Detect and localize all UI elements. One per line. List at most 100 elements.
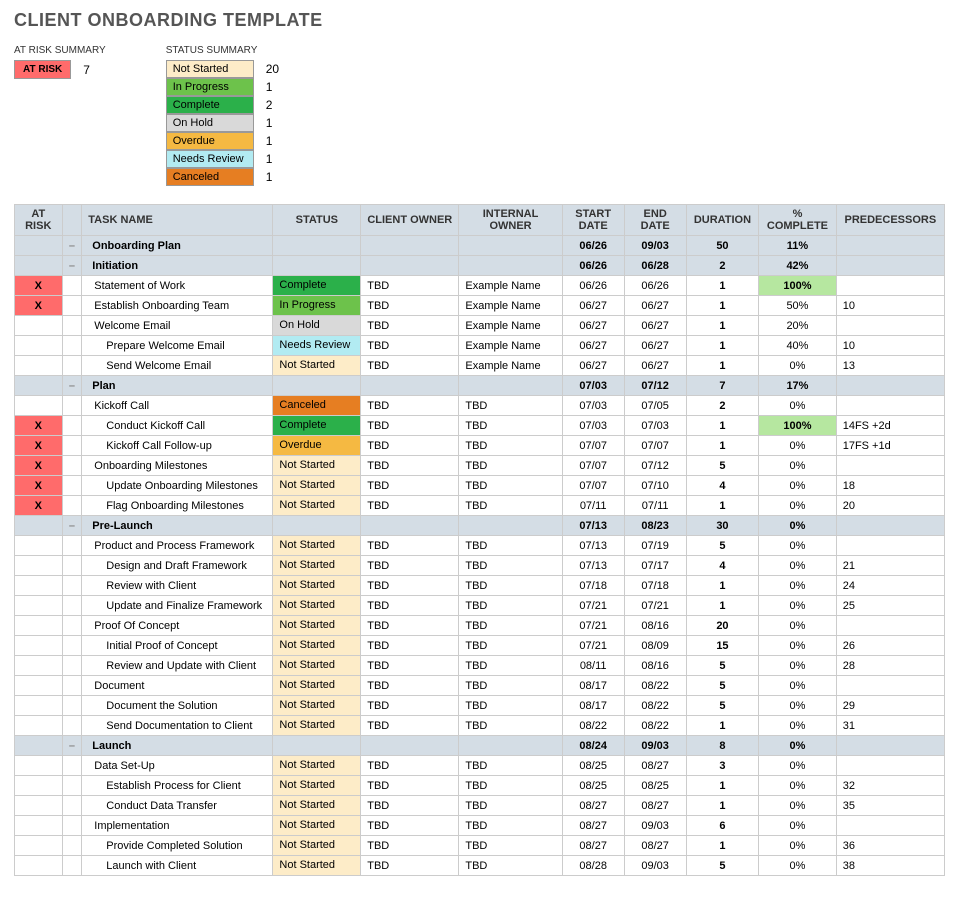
task-name-cell[interactable]: Initial Proof of Concept [82, 636, 273, 656]
client-owner-cell[interactable]: TBD [361, 776, 459, 796]
internal-owner-cell[interactable]: Example Name [459, 356, 562, 376]
status-cell[interactable]: Not Started [273, 856, 361, 876]
end-date-cell[interactable]: 07/21 [624, 596, 686, 616]
end-date-cell[interactable]: 07/12 [624, 376, 686, 396]
atrisk-cell[interactable] [15, 396, 63, 416]
client-owner-cell[interactable]: TBD [361, 596, 459, 616]
internal-owner-cell[interactable]: TBD [459, 756, 562, 776]
end-date-cell[interactable]: 06/27 [624, 316, 686, 336]
duration-cell[interactable]: 5 [686, 696, 759, 716]
predecessors-cell[interactable] [836, 536, 944, 556]
internal-owner-cell[interactable]: TBD [459, 476, 562, 496]
duration-cell[interactable]: 5 [686, 456, 759, 476]
predecessors-cell[interactable] [836, 456, 944, 476]
internal-owner-cell[interactable]: TBD [459, 796, 562, 816]
predecessors-cell[interactable]: 38 [836, 856, 944, 876]
end-date-cell[interactable]: 06/27 [624, 296, 686, 316]
internal-owner-cell[interactable]: TBD [459, 576, 562, 596]
status-cell[interactable] [273, 376, 361, 396]
task-name-cell[interactable]: Welcome Email [82, 316, 273, 336]
table-row[interactable]: Provide Completed SolutionNot StartedTBD… [15, 836, 945, 856]
internal-owner-cell[interactable]: TBD [459, 696, 562, 716]
table-row[interactable]: Kickoff CallCanceledTBDTBD07/0307/0520% [15, 396, 945, 416]
pct-complete-cell[interactable]: 0% [759, 676, 836, 696]
predecessors-cell[interactable]: 21 [836, 556, 944, 576]
atrisk-cell[interactable]: X [15, 416, 63, 436]
duration-cell[interactable]: 1 [686, 276, 759, 296]
status-cell[interactable]: Not Started [273, 556, 361, 576]
end-date-cell[interactable]: 07/10 [624, 476, 686, 496]
table-row[interactable]: Proof Of ConceptNot StartedTBDTBD07/2108… [15, 616, 945, 636]
internal-owner-cell[interactable] [459, 516, 562, 536]
atrisk-cell[interactable] [15, 736, 63, 756]
start-date-cell[interactable]: 07/13 [562, 516, 624, 536]
internal-owner-cell[interactable] [459, 736, 562, 756]
task-name-cell[interactable]: Kickoff Call Follow-up [82, 436, 273, 456]
task-name-cell[interactable]: Plan [82, 376, 273, 396]
atrisk-cell[interactable]: X [15, 496, 63, 516]
end-date-cell[interactable]: 07/11 [624, 496, 686, 516]
end-date-cell[interactable]: 07/03 [624, 416, 686, 436]
internal-owner-cell[interactable]: TBD [459, 536, 562, 556]
pct-complete-cell[interactable]: 0% [759, 516, 836, 536]
atrisk-cell[interactable] [15, 536, 63, 556]
internal-owner-cell[interactable]: TBD [459, 636, 562, 656]
pct-complete-cell[interactable]: 0% [759, 496, 836, 516]
end-date-cell[interactable]: 08/22 [624, 676, 686, 696]
duration-cell[interactable]: 1 [686, 716, 759, 736]
start-date-cell[interactable]: 06/26 [562, 276, 624, 296]
duration-cell[interactable]: 5 [686, 676, 759, 696]
status-cell[interactable]: Not Started [273, 696, 361, 716]
end-date-cell[interactable]: 07/18 [624, 576, 686, 596]
start-date-cell[interactable]: 07/07 [562, 476, 624, 496]
client-owner-cell[interactable]: TBD [361, 636, 459, 656]
end-date-cell[interactable]: 07/07 [624, 436, 686, 456]
predecessors-cell[interactable] [836, 316, 944, 336]
predecessors-cell[interactable]: 17FS +1d [836, 436, 944, 456]
table-row[interactable]: Data Set-UpNot StartedTBDTBD08/2508/2730… [15, 756, 945, 776]
atrisk-cell[interactable] [15, 856, 63, 876]
atrisk-cell[interactable]: X [15, 296, 63, 316]
predecessors-cell[interactable] [836, 376, 944, 396]
start-date-cell[interactable]: 07/11 [562, 496, 624, 516]
task-name-cell[interactable]: Design and Draft Framework [82, 556, 273, 576]
pct-complete-cell[interactable]: 0% [759, 736, 836, 756]
client-owner-cell[interactable]: TBD [361, 276, 459, 296]
predecessors-cell[interactable]: 14FS +2d [836, 416, 944, 436]
client-owner-cell[interactable]: TBD [361, 436, 459, 456]
end-date-cell[interactable]: 08/22 [624, 696, 686, 716]
atrisk-cell[interactable] [15, 676, 63, 696]
client-owner-cell[interactable]: TBD [361, 836, 459, 856]
predecessors-cell[interactable] [836, 256, 944, 276]
end-date-cell[interactable]: 06/26 [624, 276, 686, 296]
client-owner-cell[interactable]: TBD [361, 336, 459, 356]
start-date-cell[interactable]: 08/17 [562, 696, 624, 716]
table-row[interactable]: Conduct Data TransferNot StartedTBDTBD08… [15, 796, 945, 816]
internal-owner-cell[interactable]: TBD [459, 856, 562, 876]
duration-cell[interactable]: 4 [686, 556, 759, 576]
client-owner-cell[interactable] [361, 736, 459, 756]
predecessors-cell[interactable]: 31 [836, 716, 944, 736]
internal-owner-cell[interactable]: TBD [459, 816, 562, 836]
pct-complete-cell[interactable]: 0% [759, 796, 836, 816]
task-name-cell[interactable]: Data Set-Up [82, 756, 273, 776]
duration-cell[interactable]: 1 [686, 776, 759, 796]
predecessors-cell[interactable] [836, 616, 944, 636]
pct-complete-cell[interactable]: 40% [759, 336, 836, 356]
end-date-cell[interactable]: 08/27 [624, 756, 686, 776]
collapse-toggle[interactable]: – [62, 736, 82, 756]
task-name-cell[interactable]: Statement of Work [82, 276, 273, 296]
client-owner-cell[interactable] [361, 256, 459, 276]
duration-cell[interactable]: 20 [686, 616, 759, 636]
task-name-cell[interactable]: Proof Of Concept [82, 616, 273, 636]
pct-complete-cell[interactable]: 0% [759, 776, 836, 796]
start-date-cell[interactable]: 07/07 [562, 456, 624, 476]
start-date-cell[interactable]: 06/26 [562, 256, 624, 276]
status-cell[interactable] [273, 736, 361, 756]
internal-owner-cell[interactable]: TBD [459, 436, 562, 456]
task-name-cell[interactable]: Onboarding Plan [82, 236, 273, 256]
status-cell[interactable]: Not Started [273, 636, 361, 656]
duration-cell[interactable]: 5 [686, 536, 759, 556]
pct-complete-cell[interactable]: 0% [759, 596, 836, 616]
status-cell[interactable]: Not Started [273, 476, 361, 496]
